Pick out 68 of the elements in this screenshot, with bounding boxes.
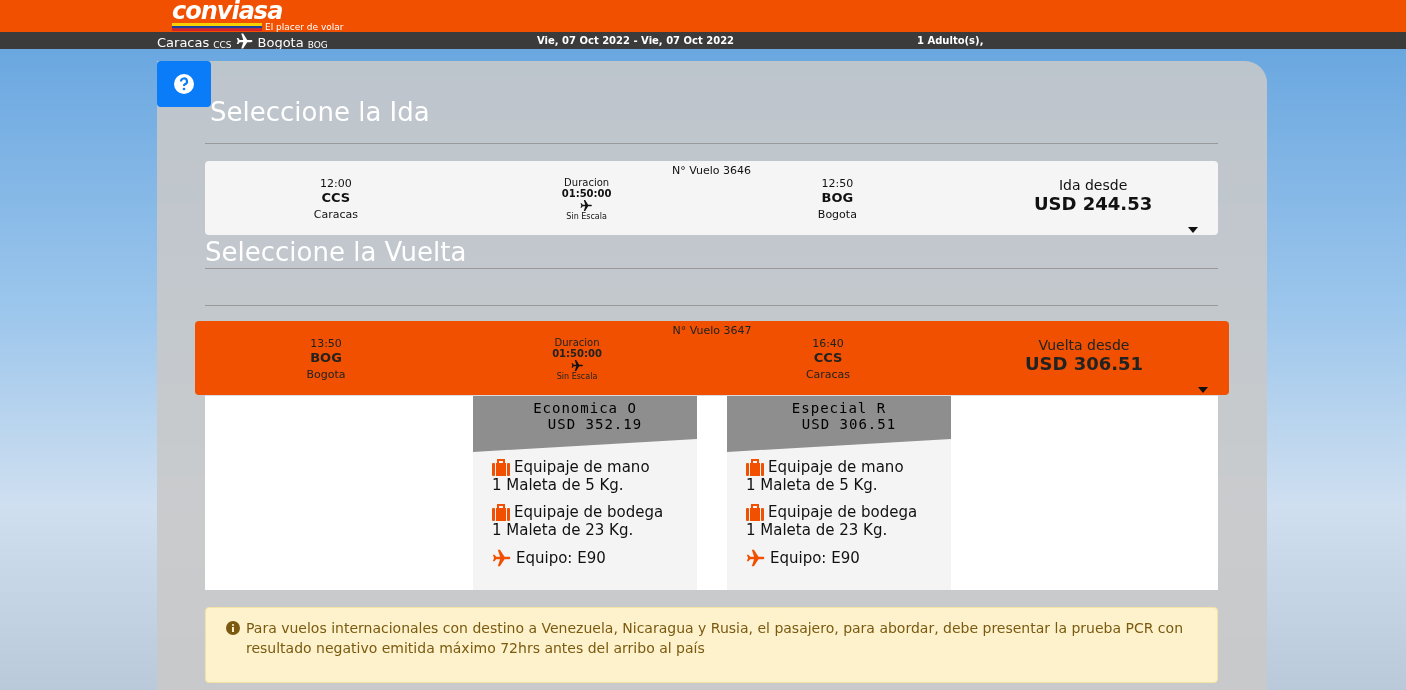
fare-feature: Equipaje de bodega [768,503,918,521]
duration-label: Duracion [564,177,610,188]
plane-icon [570,359,584,372]
section-title: Seleccione la Ida [209,96,431,129]
suitcase-icon [492,458,510,476]
departure-city: Caracas [313,208,358,221]
price-label: Vuelta desde [1038,337,1130,353]
stops-label: Sin Escala [556,372,598,381]
duration-value: 01:50:00 [561,188,612,199]
fare-feature-detail: 1 Maleta de 5 Kg. [746,476,879,494]
flag-stripe-icon [172,23,262,31]
info-icon [226,621,240,635]
fare-feature: Equipaje de mano [514,458,650,476]
departure-city: Bogota [306,368,346,381]
arrival-code: BOG [821,190,854,205]
origin-code: CCS [213,39,232,50]
price-value: USD 244.53 [1034,193,1153,214]
fare-price: USD 306.51 [800,416,897,432]
flight-card[interactable]: N° Vuelo 3647 13:50 BOG Bogota Duracion 01:50:00 Sin Escala 16:40 CCS Caracas Vuelta desde USD 306.51 [195,321,1229,395]
price-value: USD 306.51 [1024,353,1144,374]
help-button[interactable] [157,61,211,107]
departure-code: BOG [310,350,342,365]
section-title: Seleccione la Vuelta [205,236,468,269]
fare-feature: Equipaje de mano [768,458,904,476]
suitcase-icon [492,503,510,521]
help-icon [174,74,194,94]
fare-price: USD 352.19 [546,416,643,432]
tagline: El placer de volar [265,22,344,32]
flight-card[interactable]: N° Vuelo 3646 12:00 CCS Caracas Duracion 01:50:00 Sin Escala 12:50 BOG Bogota Ida desde USD 244.53 [205,161,1218,235]
plane-icon [746,548,766,568]
departure-time: 13:50 [310,337,342,350]
passenger-count: 1 Adulto(s), [917,35,984,46]
arrival-city: Bogota [817,208,857,221]
arrival-time: 12:50 [821,177,854,190]
origin-city: Caracas [157,34,210,50]
fare-card[interactable]: Economica O USD 352.19 Equipaje de mano 1 Maleta de 5 Kg. Equipaje de bodega 1 Maleta de 23 Kg. Equipo: E90 [473,396,697,590]
duration-label: Duracion [554,337,600,348]
departure-code: CCS [321,190,351,205]
plane-icon [235,31,254,50]
fare-name: Especial R [791,400,887,416]
caret-icon [1198,387,1208,393]
fare-feature-detail: 1 Maleta de 23 Kg. [746,521,889,539]
arrival-code: CCS [813,350,843,365]
caret-icon [1188,227,1198,233]
flight-number: N° Vuelo 3647 [672,324,752,337]
logo[interactable]: conviasa [172,0,283,22]
flight-number: N° Vuelo 3646 [672,164,751,177]
arrival-time: 16:40 [812,337,844,350]
destination-city: Bogota [257,34,304,50]
duration-value: 01:50:00 [552,348,602,359]
arrival-city: Caracas [805,368,851,381]
fare-feature: Equipaje de bodega [514,503,664,521]
notice-text: Para vuelos internacionales con destino a Venezuela, Nicaragua y Rusia, el pasajero, para abordar, debe presentar la prueba PCR con resultado negativo emitida máximo 72hrs antes del arribo al país [246,619,1184,658]
plane-icon [492,548,512,568]
fare-feature-detail: 1 Maleta de 5 Kg. [492,476,625,494]
price-label: Ida desde [1058,177,1128,193]
fare-name: Economica O [533,400,637,416]
destination-code: BOG [307,39,328,50]
departure-time: 12:00 [320,177,352,190]
fare-feature: Equipo: E90 [516,549,606,567]
stops-label: Sin Escala [566,212,607,221]
plane-icon [580,199,594,212]
fare-feature: Equipo: E90 [770,549,860,567]
travel-dates: Vie, 07 Oct 2022 - Vie, 07 Oct 2022 [537,35,736,46]
suitcase-icon [746,458,764,476]
fare-feature-detail: 1 Maleta de 23 Kg. [492,521,635,539]
fare-card[interactable]: Especial R USD 306.51 Equipaje de mano 1 Maleta de 5 Kg. Equipaje de bodega 1 Maleta de 23 Kg. Equipo: E90 [727,396,951,590]
suitcase-icon [746,503,764,521]
